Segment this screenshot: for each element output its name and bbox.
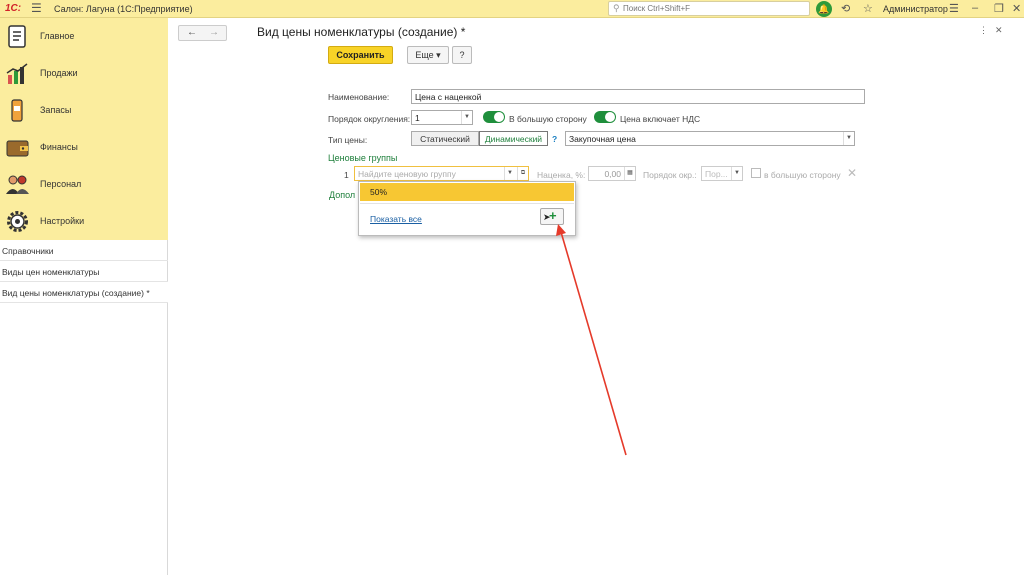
history-icon[interactable]: ⟲ — [841, 2, 850, 15]
sales-chart-icon — [6, 63, 28, 84]
user-name[interactable]: Администратор — [883, 4, 948, 14]
back-arrow-icon[interactable]: ← — [187, 27, 197, 38]
nav-item-sales[interactable]: Продажи — [0, 55, 168, 92]
main-menu-icon[interactable]: ☰ — [31, 1, 42, 15]
calculator-icon[interactable]: ▦ — [624, 167, 635, 180]
nav-label: Запасы — [40, 105, 72, 115]
chevron-down-icon: ▾ — [436, 50, 441, 60]
markup-value: 0,00 — [604, 169, 621, 179]
people-icon — [6, 175, 29, 194]
form-close-icon[interactable]: ✕ — [995, 25, 1003, 36]
markup-label: Наценка, %: — [537, 170, 586, 180]
open-windows-list: Справочники Виды цен номенклатуры Вид це… — [0, 240, 168, 303]
price-type-label: Тип цены: — [328, 135, 368, 145]
chevron-down-icon[interactable]: ▼ — [731, 167, 742, 180]
nav-label: Главное — [40, 31, 75, 41]
nav-item-settings[interactable]: Настройки — [0, 203, 168, 240]
open-window-item[interactable]: Справочники — [0, 240, 168, 261]
home-icon — [8, 25, 26, 48]
search-icon: ⚲ — [613, 3, 620, 13]
round-up-toggle[interactable] — [483, 111, 505, 123]
nav-item-personnel[interactable]: Персонал — [0, 166, 168, 203]
favorites-star-icon[interactable]: ☆ — [863, 2, 873, 15]
chevron-down-icon[interactable]: ▼ — [504, 167, 515, 180]
price-group-input[interactable]: Найдите ценовую группу ▼ ⧉ — [354, 166, 529, 181]
form-area: ← → Вид цены номенклатуры (создание) * ⋮… — [169, 18, 1024, 575]
round-order-select[interactable]: Пор... ▼ — [701, 166, 743, 181]
static-option[interactable]: Статический — [411, 131, 479, 146]
row-number: 1 — [344, 170, 349, 180]
plus-icon: + — [549, 208, 557, 223]
open-window-item[interactable]: Виды цен номенклатуры — [0, 261, 168, 282]
nav-item-main[interactable]: Главное — [0, 18, 168, 55]
history-nav: ← → — [178, 25, 227, 41]
save-button[interactable]: Сохранить — [328, 46, 393, 64]
more-label: Еще — [415, 50, 434, 60]
price-groups-title: Ценовые группы — [328, 153, 398, 163]
global-search[interactable]: ⚲ — [608, 1, 810, 16]
nav-item-stock[interactable]: Запасы — [0, 92, 168, 129]
rounding-label: Порядок округления: — [328, 114, 411, 124]
gear-icon — [7, 211, 28, 232]
close-window-icon[interactable]: ✕ — [1012, 2, 1021, 15]
round-order-placeholder: Пор... — [705, 169, 728, 179]
delete-row-icon[interactable]: ✕ — [847, 166, 857, 180]
chevron-down-icon[interactable]: ▼ — [843, 132, 854, 145]
chevron-down-icon[interactable]: ▼ — [461, 111, 472, 124]
form-more-icon[interactable]: ⋮ — [979, 25, 988, 36]
open-window-item-active[interactable]: Вид цены номенклатуры (создание) * — [0, 282, 168, 303]
round-up-row-label: в большую сторону — [764, 170, 841, 180]
nav-label: Продажи — [40, 68, 78, 78]
vat-included-label: Цена включает НДС — [620, 114, 701, 124]
search-input[interactable] — [623, 3, 803, 14]
rounding-select[interactable]: 1 ▼ — [411, 110, 473, 125]
dropdown-option[interactable]: 50% — [360, 183, 574, 201]
restore-icon[interactable]: ❐ — [994, 2, 1004, 15]
help-question-icon[interactable]: ? — [552, 134, 557, 144]
nav-item-finance[interactable]: Финансы — [0, 129, 168, 166]
nav-label: Персонал — [40, 179, 82, 189]
markup-field[interactable]: 0,00 ▦ — [588, 166, 636, 181]
rounding-value: 1 — [415, 113, 420, 123]
name-label: Наименование: — [328, 92, 390, 102]
help-button[interactable]: ? — [452, 46, 472, 64]
price-group-placeholder: Найдите ценовую группу — [358, 169, 456, 179]
round-up-label: В большую сторону — [509, 114, 587, 124]
name-field[interactable]: Цена с наценкой — [411, 89, 865, 104]
round-order-label: Порядок окр.: — [643, 170, 697, 180]
more-button[interactable]: Еще ▾ — [407, 46, 449, 64]
app-logo: 1С: — [5, 3, 22, 14]
open-form-icon[interactable]: ⧉ — [517, 167, 528, 180]
dynamic-option[interactable]: Динамический — [479, 131, 548, 146]
divider — [360, 203, 574, 204]
wallet-icon — [6, 140, 29, 157]
base-price-select[interactable]: Закупочная цена ▼ — [565, 131, 855, 146]
form-title: Вид цены номенклатуры (создание) * — [257, 25, 466, 39]
nav-label: Финансы — [40, 142, 78, 152]
round-up-row-checkbox[interactable] — [751, 168, 761, 178]
show-all-link[interactable]: Показать все — [370, 214, 422, 224]
nav-label: Настройки — [40, 216, 85, 226]
title-bar: 1С: ☰ Салон: Лагуна (1С:Предприятие) ⚲ 🔔… — [0, 0, 1024, 18]
stock-icon — [11, 99, 23, 122]
settings-menu-icon[interactable]: ☰ — [949, 2, 959, 15]
minimize-icon[interactable]: – — [972, 2, 978, 14]
sidebar: Главное Продажи Запасы Финансы Персонал … — [0, 18, 168, 575]
create-new-button[interactable]: ➤ + — [540, 208, 564, 225]
vat-included-toggle[interactable] — [594, 111, 616, 123]
extra-section-title: Допол — [329, 190, 356, 200]
notifications-bell-icon[interactable]: 🔔 — [816, 1, 832, 17]
forward-arrow-icon[interactable]: → — [209, 27, 219, 38]
app-title: Салон: Лагуна (1С:Предприятие) — [54, 4, 193, 14]
base-price-value: Закупочная цена — [569, 134, 636, 144]
sections-panel: Главное Продажи Запасы Финансы Персонал … — [0, 18, 168, 240]
price-group-dropdown: 50% Показать все ➤ + — [358, 181, 576, 236]
